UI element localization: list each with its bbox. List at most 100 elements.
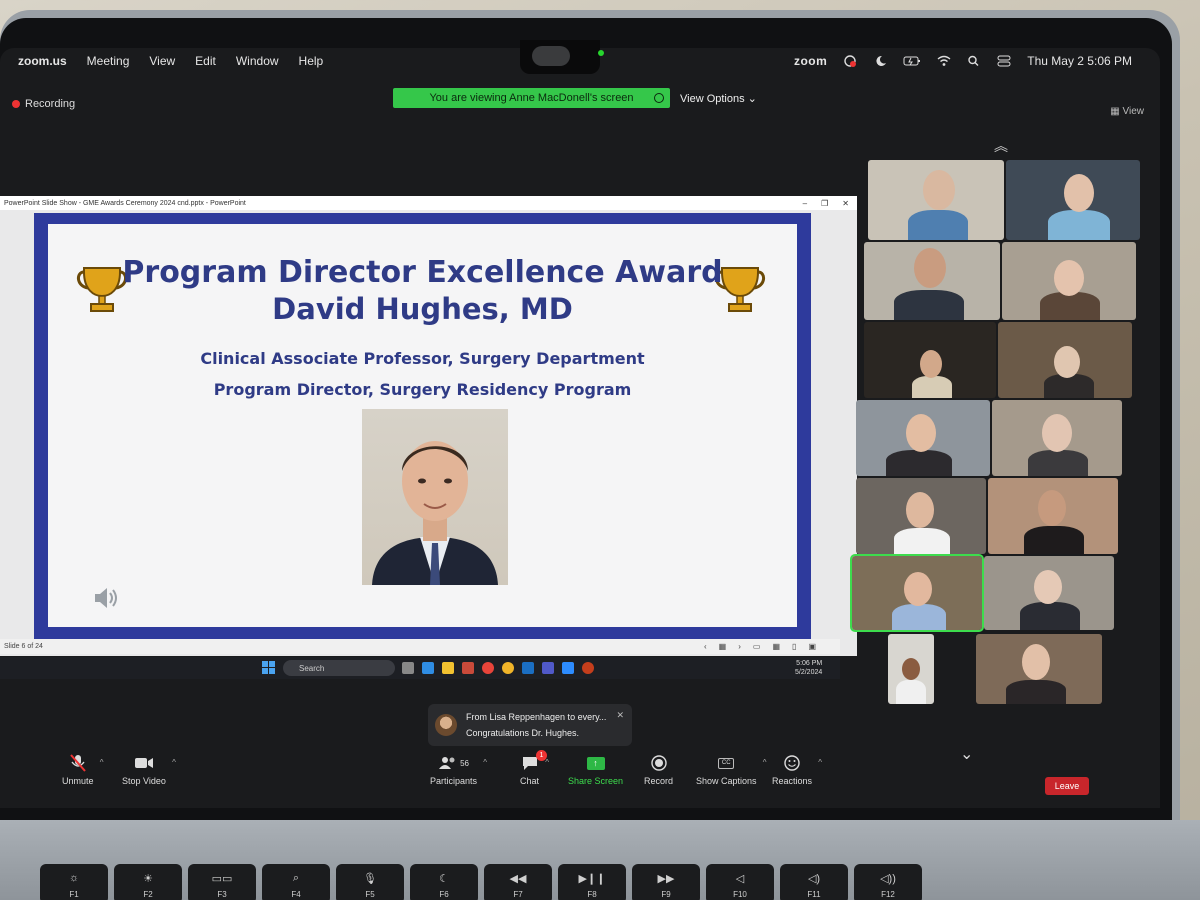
video-tile[interactable] <box>868 160 1004 240</box>
slide-counter: Slide 6 of 24 <box>4 643 43 650</box>
chrome-icon[interactable] <box>482 662 494 674</box>
slide-awardee-name: David Hughes, MD <box>272 292 573 326</box>
close-icon[interactable]: ✕ <box>616 710 624 721</box>
function-key[interactable]: ▶▶ F9 <box>632 864 700 900</box>
menu-window[interactable]: Window <box>236 54 279 68</box>
view-options-button[interactable]: View Options ⌄ <box>680 92 757 105</box>
function-key[interactable]: 🎙 F5 <box>336 864 404 900</box>
windows-start-icon[interactable] <box>262 661 276 675</box>
sorter-view-icon[interactable]: ▦ <box>772 642 780 651</box>
task-view-icon[interactable] <box>402 662 414 674</box>
key-symbol-icon: ◁ <box>735 873 745 885</box>
caret-up-icon[interactable]: ^ <box>545 758 549 767</box>
leave-meeting-button[interactable]: Leave <box>1045 777 1089 795</box>
key-label: F12 <box>881 890 895 899</box>
video-tile[interactable] <box>888 634 934 704</box>
video-tile[interactable] <box>984 556 1114 630</box>
menu-view[interactable]: View <box>149 54 175 68</box>
video-tile[interactable] <box>856 400 990 476</box>
share-banner-text: You are viewing Anne MacDonell's screen <box>429 92 634 104</box>
key-symbol-icon: ◀◀ <box>509 873 527 885</box>
caret-up-icon[interactable]: ^ <box>483 758 487 767</box>
menubar-clock[interactable]: Thu May 2 5:06 PM <box>1027 54 1132 68</box>
function-key[interactable]: ☼ F1 <box>40 864 108 900</box>
function-key[interactable]: ☾ F6 <box>410 864 478 900</box>
store-icon[interactable] <box>462 662 474 674</box>
function-key[interactable]: ☀ F2 <box>114 864 182 900</box>
next-slide-icon[interactable]: › <box>738 642 741 651</box>
chat-notification[interactable]: From Lisa Reppenhagen to every... Congra… <box>428 704 632 746</box>
reactions-button[interactable]: Reactions ^ <box>772 754 822 786</box>
normal-view-icon[interactable]: ▭ <box>753 642 761 651</box>
zoom-menubar-brand[interactable]: zoom <box>794 54 827 68</box>
video-tile[interactable] <box>856 478 986 554</box>
reading-view-icon[interactable]: ▯ <box>792 642 796 651</box>
teams-icon[interactable] <box>542 662 554 674</box>
participants-button[interactable]: 56 Participants ^ <box>430 754 487 786</box>
view-layout-button[interactable]: ▦ View <box>1110 106 1144 117</box>
video-tile[interactable] <box>976 634 1102 704</box>
caret-up-icon[interactable]: ^ <box>100 758 104 767</box>
webcam <box>532 46 570 66</box>
file-explorer-icon[interactable] <box>442 662 454 674</box>
windows-search-box[interactable]: Search <box>283 660 395 676</box>
control-center-icon[interactable] <box>997 55 1011 67</box>
unmute-button[interactable]: Unmute ^ <box>62 754 104 786</box>
chevron-down-icon: ⌄ <box>747 93 757 105</box>
function-key[interactable]: ◁)) F12 <box>854 864 922 900</box>
restore-icon[interactable]: ❐ <box>821 199 828 208</box>
edge-browser-icon[interactable] <box>422 662 434 674</box>
show-captions-button[interactable]: CC Show Captions ^ <box>696 754 767 786</box>
function-key[interactable]: ⌕ F4 <box>262 864 330 900</box>
function-key-row: ☼ F1 ☀ F2 ▭▭ F3 ⌕ F4 🎙 F5 ☾ F6 ◀◀ F7 ▶❙❙ F8 ▶▶ F9 ◁ F10 ◁) F1… <box>40 864 922 900</box>
video-tile[interactable] <box>988 478 1118 554</box>
powerpoint-app-icon[interactable] <box>582 662 594 674</box>
minimize-icon[interactable]: – <box>803 199 807 208</box>
unmute-label: Unmute <box>62 776 94 786</box>
share-screen-button[interactable]: ↑ Share Screen <box>568 754 623 786</box>
record-button[interactable]: Record <box>644 754 673 786</box>
menu-meeting[interactable]: Meeting <box>87 54 130 68</box>
wifi-icon[interactable] <box>937 55 951 67</box>
function-key[interactable]: ▶❙❙ F8 <box>558 864 626 900</box>
video-tile[interactable] <box>992 400 1122 476</box>
video-tile[interactable] <box>1002 242 1136 320</box>
caret-up-icon[interactable]: ^ <box>818 758 822 767</box>
menu-app-name[interactable]: zoom.us <box>18 54 67 68</box>
taskbar-clock[interactable]: 5:06 PM 5/2/2024 <box>795 659 822 677</box>
chrome-alt-icon[interactable] <box>502 662 514 674</box>
slide-grid-icon[interactable]: ▦ <box>719 642 727 651</box>
function-key[interactable]: ◁ F10 <box>706 864 774 900</box>
video-tile-active-speaker[interactable] <box>850 554 984 632</box>
share-indicator-icon <box>654 93 664 103</box>
function-key[interactable]: ◁) F11 <box>780 864 848 900</box>
spotlight-search-icon[interactable] <box>967 55 981 67</box>
moon-icon[interactable] <box>873 55 887 67</box>
video-tile[interactable] <box>864 242 1000 320</box>
captions-icon: CC <box>718 757 735 769</box>
video-tile[interactable] <box>1006 160 1140 240</box>
caret-up-icon[interactable]: ^ <box>763 758 767 767</box>
prev-slide-icon[interactable]: ‹ <box>704 642 707 651</box>
slideshow-view-icon[interactable]: ▣ <box>808 642 816 651</box>
key-symbol-icon: ⌕ <box>292 872 300 884</box>
slide-award-title: Program Director Excellence Award <box>122 255 723 290</box>
stop-video-button[interactable]: Stop Video ^ <box>122 754 176 786</box>
function-key[interactable]: ▭▭ F3 <box>188 864 256 900</box>
menu-edit[interactable]: Edit <box>195 54 216 68</box>
record-status-icon[interactable] <box>843 55 857 67</box>
battery-icon[interactable] <box>903 55 921 67</box>
grid-view-icon: ▦ <box>1110 106 1123 117</box>
zoom-app-icon[interactable] <box>562 662 574 674</box>
chat-button[interactable]: 1 Chat ^ <box>520 750 549 786</box>
scroll-up-arrow-icon[interactable]: ︽ <box>994 136 1020 154</box>
slide-subtitle-position: Clinical Associate Professor, Surgery De… <box>200 349 645 368</box>
recording-indicator[interactable]: Recording <box>12 98 75 110</box>
caret-up-icon[interactable]: ^ <box>172 758 176 767</box>
audio-speaker-icon[interactable] <box>92 585 120 611</box>
menu-help[interactable]: Help <box>299 54 324 68</box>
video-tile[interactable] <box>864 322 996 398</box>
function-key[interactable]: ◀◀ F7 <box>484 864 552 900</box>
video-tile[interactable] <box>998 322 1132 398</box>
outlook-icon[interactable] <box>522 662 534 674</box>
